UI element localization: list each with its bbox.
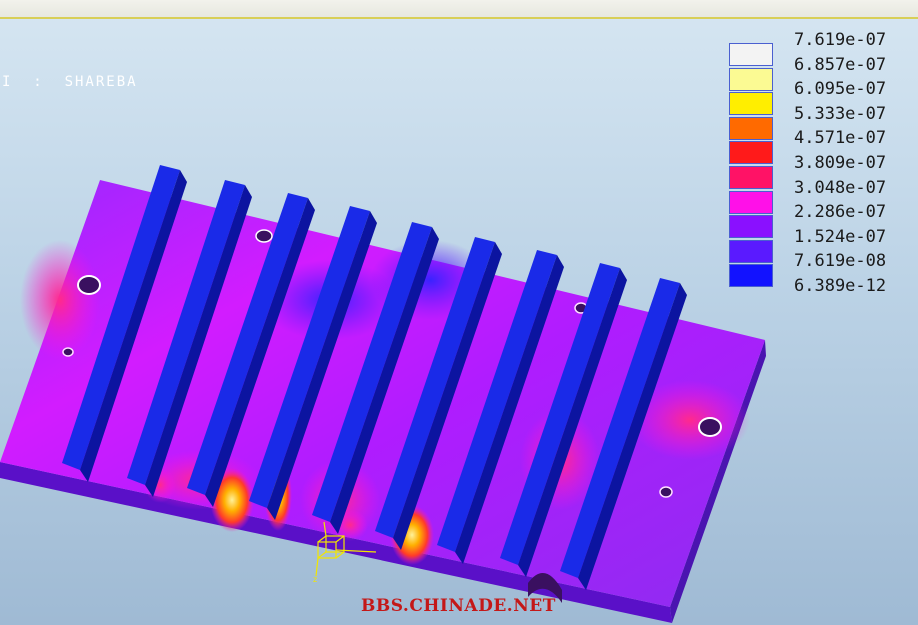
mount-hole — [255, 229, 273, 243]
mount-hole — [698, 417, 722, 437]
legend-value: 7.619e-08 — [794, 251, 887, 272]
legend-swatch — [729, 215, 773, 239]
legend-swatch — [729, 190, 773, 214]
legend-swatch — [729, 43, 773, 66]
legend-value: 1.524e-07 — [794, 226, 887, 247]
legend-value: 6.389e-12 — [794, 275, 887, 296]
mount-hole — [62, 347, 74, 357]
legend-swatch — [729, 165, 773, 189]
watermark-text: BBS.CHINADE.NET — [361, 596, 556, 616]
legend-value: 3.809e-07 — [794, 152, 887, 173]
mount-hole — [659, 486, 673, 498]
legend-value: 6.857e-07 — [794, 54, 887, 75]
legend-swatch — [729, 141, 773, 165]
mount-hole — [77, 275, 101, 295]
legend-value: 4.571e-07 — [794, 128, 887, 149]
legend-swatch — [729, 116, 773, 140]
legend-value: 3.048e-07 — [794, 177, 887, 198]
legend-entry: 6.389e-12 — [729, 276, 918, 313]
fringe-legend: 7.619e-07 6.857e-07 6.095e-07 5.333e-07 4.57… — [729, 30, 918, 313]
legend-swatch — [729, 67, 773, 91]
legend-value: 6.095e-07 — [794, 79, 887, 100]
legend-value: 2.286e-07 — [794, 202, 887, 223]
legend-swatch — [729, 92, 773, 116]
legend-value: 5.333e-07 — [794, 103, 887, 124]
triad-axis-label: z — [313, 575, 317, 584]
legend-swatch — [729, 264, 773, 288]
legend-value: 7.619e-07 — [794, 30, 887, 50]
graphics-viewport[interactable]: I : SHAREBA z 7.619e-07 6.857e-07 6.095e… — [0, 0, 918, 625]
legend-swatch — [729, 239, 773, 263]
